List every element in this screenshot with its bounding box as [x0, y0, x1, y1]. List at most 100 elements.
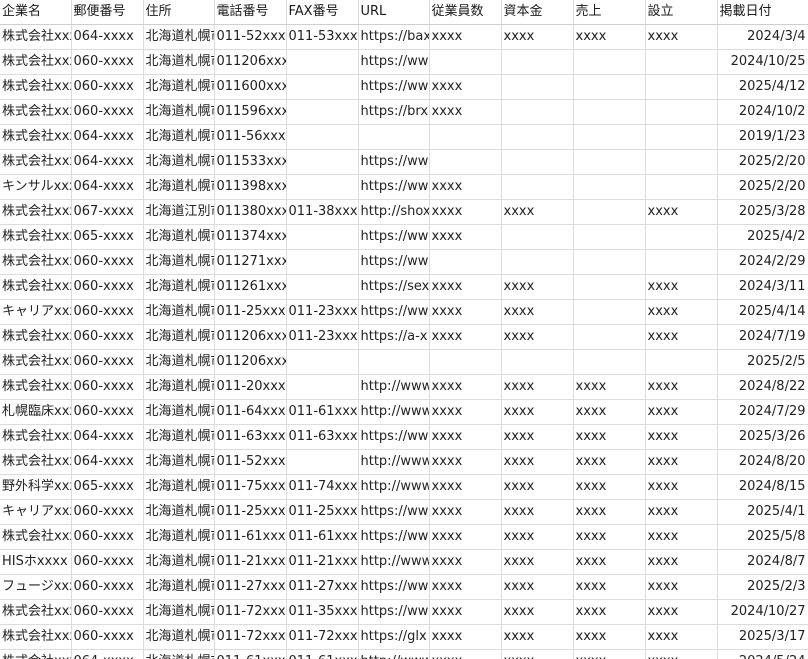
cell-url[interactable]: http://wwwx [358, 649, 430, 659]
cell-postal-code[interactable]: 060-xxxx [71, 399, 144, 425]
cell-url[interactable]: https://www.exxxx [358, 149, 430, 175]
cell-posted-date[interactable]: 2024/8/20 [717, 449, 808, 475]
cell-postal-code[interactable]: 060-xxxx [71, 499, 144, 525]
cell-founded[interactable]: xxxx [645, 424, 718, 450]
cell-fax-number[interactable] [286, 174, 359, 200]
cell-founded[interactable] [645, 49, 718, 75]
cell-company-name[interactable]: 株式会社xxxx [0, 224, 72, 250]
cell-founded[interactable] [645, 99, 718, 125]
cell-employees[interactable]: xxxx [429, 399, 502, 425]
cell-postal-code[interactable]: 060-xxxx [71, 524, 144, 550]
cell-capital[interactable]: xxxx [501, 449, 574, 475]
cell-postal-code[interactable]: 060-xxxx [71, 599, 144, 625]
cell-sales[interactable]: xxxx [573, 399, 646, 425]
cell-company-name[interactable]: 株式会社xxxx [0, 324, 72, 350]
cell-company-name[interactable]: キャリアxxxx [0, 499, 72, 525]
cell-employees[interactable]: xxxx [429, 324, 502, 350]
cell-phone-number[interactable]: 011-21xxx [214, 549, 287, 575]
cell-posted-date[interactable]: 2024/3/4 [717, 24, 808, 50]
cell-phone-number[interactable]: 011261xxxx [214, 274, 287, 300]
cell-url[interactable]: http://wwwx [358, 374, 430, 400]
column-header-url[interactable]: URL [358, 0, 430, 25]
cell-address[interactable]: 北海道札幌市 [143, 424, 215, 450]
cell-capital[interactable] [501, 174, 574, 200]
cell-founded[interactable]: xxxx [645, 549, 718, 575]
cell-postal-code[interactable]: 065-xxxx [71, 224, 144, 250]
cell-posted-date[interactable]: 2024/8/22 [717, 374, 808, 400]
cell-employees[interactable] [429, 124, 502, 150]
cell-fax-number[interactable]: 011-21xxx [286, 549, 359, 575]
cell-postal-code[interactable]: 060-xxxx [71, 324, 144, 350]
cell-phone-number[interactable]: 011374xxxx [214, 224, 287, 250]
cell-url[interactable] [358, 349, 430, 375]
cell-url[interactable]: https://bax [358, 24, 430, 50]
cell-capital[interactable] [501, 74, 574, 100]
cell-phone-number[interactable]: 011206xxxx [214, 49, 287, 75]
cell-postal-code[interactable]: 060-xxxx [71, 49, 144, 75]
cell-postal-code[interactable]: 060-xxxx [71, 374, 144, 400]
cell-company-name[interactable]: 株式会社xxxx [0, 24, 72, 50]
cell-company-name[interactable]: 株式会社xxxx [0, 624, 72, 650]
cell-employees[interactable] [429, 149, 502, 175]
cell-capital[interactable]: xxxx [501, 424, 574, 450]
cell-fax-number[interactable] [286, 149, 359, 175]
cell-url[interactable]: http://wwwx [358, 474, 430, 500]
cell-address[interactable]: 北海道札幌市 [143, 574, 215, 600]
cell-capital[interactable]: xxxx [501, 374, 574, 400]
cell-sales[interactable] [573, 124, 646, 150]
cell-sales[interactable]: xxxx [573, 524, 646, 550]
cell-founded[interactable]: xxxx [645, 324, 718, 350]
cell-fax-number[interactable]: 011-61xxx [286, 399, 359, 425]
cell-posted-date[interactable]: 2024/10/2 [717, 99, 808, 125]
cell-fax-number[interactable] [286, 74, 359, 100]
cell-address[interactable]: 北海道札幌市 [143, 399, 215, 425]
cell-company-name[interactable]: 株式会社xxxx [0, 249, 72, 275]
cell-address[interactable]: 北海道札幌市 [143, 249, 215, 275]
cell-employees[interactable]: xxxx [429, 649, 502, 659]
cell-employees[interactable]: xxxx [429, 74, 502, 100]
cell-posted-date[interactable]: 2025/2/20 [717, 149, 808, 175]
cell-employees[interactable]: xxxx [429, 174, 502, 200]
column-header-sales[interactable]: 売上 [573, 0, 646, 25]
cell-capital[interactable]: xxxx [501, 574, 574, 600]
cell-phone-number[interactable]: 011-64xxx [214, 399, 287, 425]
cell-phone-number[interactable]: 011206xxxx [214, 349, 287, 375]
cell-company-name[interactable]: 株式会社xxxx [0, 124, 72, 150]
cell-phone-number[interactable]: 011533xxxx [214, 149, 287, 175]
cell-postal-code[interactable]: 060-xxxx [71, 574, 144, 600]
cell-sales[interactable] [573, 324, 646, 350]
cell-capital[interactable]: xxxx [501, 274, 574, 300]
cell-sales[interactable] [573, 349, 646, 375]
spreadsheet-grid[interactable]: 企業名 郵便番号 住所 電話番号 FAX番号 URL 従業員数 資本金 売上 設立 掲載日付 株式会… [0, 0, 808, 659]
cell-posted-date[interactable]: 2025/4/1 [717, 499, 808, 525]
cell-company-name[interactable]: 株式会社xxxx [0, 149, 72, 175]
cell-postal-code[interactable]: 060-xxxx [71, 299, 144, 325]
cell-employees[interactable]: xxxx [429, 624, 502, 650]
cell-fax-number[interactable] [286, 449, 359, 475]
column-header-company-name[interactable]: 企業名 [0, 0, 72, 25]
cell-company-name[interactable]: 株式会社xxxx [0, 199, 72, 225]
cell-founded[interactable]: xxxx [645, 599, 718, 625]
cell-company-name[interactable]: 株式会社xxxx [0, 649, 72, 659]
cell-posted-date[interactable]: 2025/5/8 [717, 524, 808, 550]
cell-address[interactable]: 北海道札幌市 [143, 374, 215, 400]
cell-phone-number[interactable]: 011-25xxx [214, 499, 287, 525]
cell-fax-number[interactable] [286, 274, 359, 300]
cell-company-name[interactable]: 野外科学xxxx [0, 474, 72, 500]
cell-posted-date[interactable]: 2024/10/25 [717, 49, 808, 75]
column-header-address[interactable]: 住所 [143, 0, 215, 25]
cell-url[interactable]: https://sex [358, 274, 430, 300]
cell-url[interactable]: https://www.hxxxx [358, 249, 430, 275]
cell-fax-number[interactable]: 011-23xxx [286, 324, 359, 350]
cell-postal-code[interactable]: 065-xxxx [71, 474, 144, 500]
cell-sales[interactable] [573, 74, 646, 100]
cell-company-name[interactable]: 株式会社xxxx [0, 274, 72, 300]
cell-fax-number[interactable]: 011-61xxx [286, 524, 359, 550]
cell-capital[interactable]: xxxx [501, 624, 574, 650]
cell-sales[interactable] [573, 299, 646, 325]
cell-employees[interactable]: xxxx [429, 374, 502, 400]
cell-postal-code[interactable]: 060-xxxx [71, 549, 144, 575]
cell-sales[interactable] [573, 149, 646, 175]
cell-address[interactable]: 北海道札幌市 [143, 124, 215, 150]
cell-posted-date[interactable]: 2025/3/28 [717, 199, 808, 225]
